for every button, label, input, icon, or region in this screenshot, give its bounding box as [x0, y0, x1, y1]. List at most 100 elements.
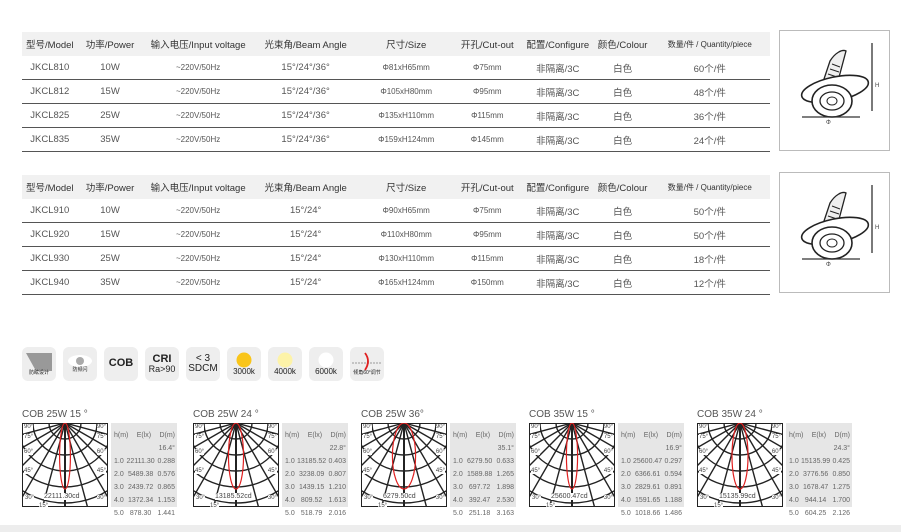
peak-intensity: 15135.99cd	[719, 493, 756, 500]
photometric-row: 2.0 3238.09 0.807	[285, 468, 346, 481]
height-label: H	[875, 225, 880, 231]
column-header: 尺寸/Size	[386, 40, 427, 51]
photometric-cell: 1678.47	[802, 484, 829, 491]
table-cell: Φ130xH110mm	[378, 254, 434, 263]
table-cell: Φ75mm	[472, 206, 502, 215]
column-header: E(lx)	[136, 432, 152, 439]
angle-label: 75°	[699, 434, 709, 440]
photometric-cell: 3776.56	[802, 471, 829, 478]
angle-label: 15°	[546, 503, 556, 509]
table-cell: 50个/件	[693, 230, 726, 242]
table-row: JKCL835 35W ~220V/50Hz 15°/24°/36° Φ159xH124…	[22, 128, 770, 152]
angle-label: 60°	[603, 449, 613, 455]
beam-angle-row: 24.3°	[789, 442, 850, 455]
column-header: 开孔/Cut-out	[460, 40, 514, 51]
column-header: 输入电压/Input voltage	[150, 183, 246, 194]
photometric-cell: 944.14	[804, 497, 827, 504]
photometric-cell: 5.0	[621, 510, 631, 517]
table-cell: 15°/24°	[289, 277, 322, 288]
photometric-cell: 2439.72	[127, 484, 154, 491]
table-cell: ~220V/50Hz	[175, 206, 221, 215]
photometric-title: COB 25W 24 °	[193, 409, 259, 420]
angle-label: 45°	[771, 468, 781, 474]
angle-label: 30°	[603, 495, 613, 501]
table-cell: 非隔离/3C	[536, 206, 580, 218]
photometric-cell: 13185.52	[297, 458, 327, 465]
table-cell: Φ95mm	[472, 230, 502, 239]
column-header: 数量/件 / Quantity/piece	[667, 182, 752, 192]
photometric-cell: 1.0	[453, 458, 463, 465]
angle-label: 45°	[195, 468, 205, 474]
color-temp-icon	[236, 352, 252, 368]
column-header: D(m)	[666, 432, 682, 439]
photometric-cell: 1.275	[832, 484, 850, 491]
table-cell: 36个/件	[693, 111, 726, 123]
photometric-cell: 2.0	[621, 471, 631, 478]
photometric-row: 2.0 5489.38 0.576	[114, 468, 175, 481]
table-cell: Φ135xH110mm	[378, 111, 434, 120]
column-header: 配置/Configure	[526, 40, 590, 51]
angle-label: 30°	[196, 495, 206, 501]
table-cell: ~220V/50Hz	[175, 111, 221, 120]
feature-icons: 防眩设计 防频闪 COB CRI Ra>90 < 3 SDCM 3000k 4000k 6000k…	[22, 347, 384, 381]
table-cell: 48个/件	[693, 87, 726, 99]
photometric-cell: 1.153	[157, 497, 175, 504]
column-header: 光束角/Beam Angle	[264, 183, 347, 194]
table-cell: 白色	[613, 278, 633, 290]
photometric-row: 4.0 1372.34 1.153	[114, 494, 175, 507]
table-cell: 60个/件	[693, 63, 726, 75]
photometric-row: 2.0 3776.56 0.850	[789, 468, 850, 481]
beam-angle: 16.4°	[158, 445, 175, 452]
feature-7: 6000k	[309, 347, 343, 381]
photometric-cell: 3.163	[496, 510, 514, 517]
column-header: E(lx)	[643, 432, 659, 439]
table-row: JKCL825 25W ~220V/50Hz 15°/24°/36° Φ135xH110…	[22, 104, 770, 128]
table-cell: 15°/24°/36°	[281, 86, 330, 97]
photometric-panel: COB 25W 15 ° 90° 90° 75° 75° 60° 60° 45° 45° 30° 3…	[22, 409, 177, 517]
polar-chart: 90° 90° 75° 75° 60° 60° 45° 45° 30° 30° 15° 6279.50…	[361, 423, 447, 509]
feature-label: 防眩设计	[28, 370, 49, 377]
photometric-cell: 4.0	[621, 497, 631, 504]
photometric-cell: 1.0	[285, 458, 295, 465]
feature-sublabel: SDCM	[188, 363, 218, 374]
photometric-cell: 1.0	[621, 458, 631, 465]
photometric-cell: 1591.65	[634, 497, 661, 504]
photometric-cell: 4.0	[789, 497, 799, 504]
product-drawing-2: HΦ	[779, 172, 890, 293]
photometric-cell: 0.891	[664, 484, 682, 491]
beam-angle: 24.3°	[833, 445, 850, 452]
feature-label: 倾角60°调节	[353, 370, 381, 377]
photometric-cell: 878.30	[129, 510, 152, 517]
table-cell: Φ110xH80mm	[380, 230, 432, 239]
photometric-cell: 15135.99	[801, 458, 831, 465]
photometric-body: 90° 90° 75° 75° 60° 60° 45° 45° 30° 30° 15° 6279.50…	[361, 423, 516, 517]
table-cell: 15W	[100, 86, 120, 97]
photometric-cell: 5.0	[789, 510, 799, 517]
table-cell: JKCL940	[30, 277, 70, 288]
photometric-cell: 0.865	[157, 484, 175, 491]
photometric-row: 5.0 604.25 2.126	[789, 507, 850, 520]
angle-label: 45°	[435, 468, 445, 474]
peak-intensity: 6279.50cd	[383, 493, 416, 500]
table-cell: 25W	[100, 253, 120, 264]
photometric-header: h(m) E(lx) D(m)	[285, 429, 346, 442]
table-cell: 白色	[613, 230, 633, 242]
photometric-cell: 0.594	[664, 471, 682, 478]
table-header: 型号/Model 功率/Power 输入电压/Input voltage 光束角/Be…	[22, 32, 770, 56]
polar-chart: 90° 90° 75° 75° 60° 60° 45° 45° 30° 30° 15° 22111.3…	[22, 423, 108, 509]
peak-intensity: 22111.30cd	[44, 493, 80, 500]
angle-label: 30°	[700, 495, 710, 501]
feature-5: 3000k	[227, 347, 261, 381]
tilt-adjust-icon	[352, 352, 382, 371]
photometric-cell: 0.576	[157, 471, 175, 478]
column-header: 功率/Power	[85, 183, 135, 194]
photometric-cell: 25600.47	[633, 458, 663, 465]
column-header: 型号/Model	[26, 183, 74, 194]
feature-label: COB	[108, 357, 134, 370]
table-cell: ~220V/50Hz	[175, 230, 221, 239]
table-cell: Φ115mm	[471, 111, 504, 120]
photometric-cell: 3238.09	[298, 471, 325, 478]
angle-label: 30°	[96, 495, 106, 501]
column-header: 光束角/Beam Angle	[264, 40, 347, 51]
table-cell: 15°/24°/36°	[281, 134, 330, 145]
